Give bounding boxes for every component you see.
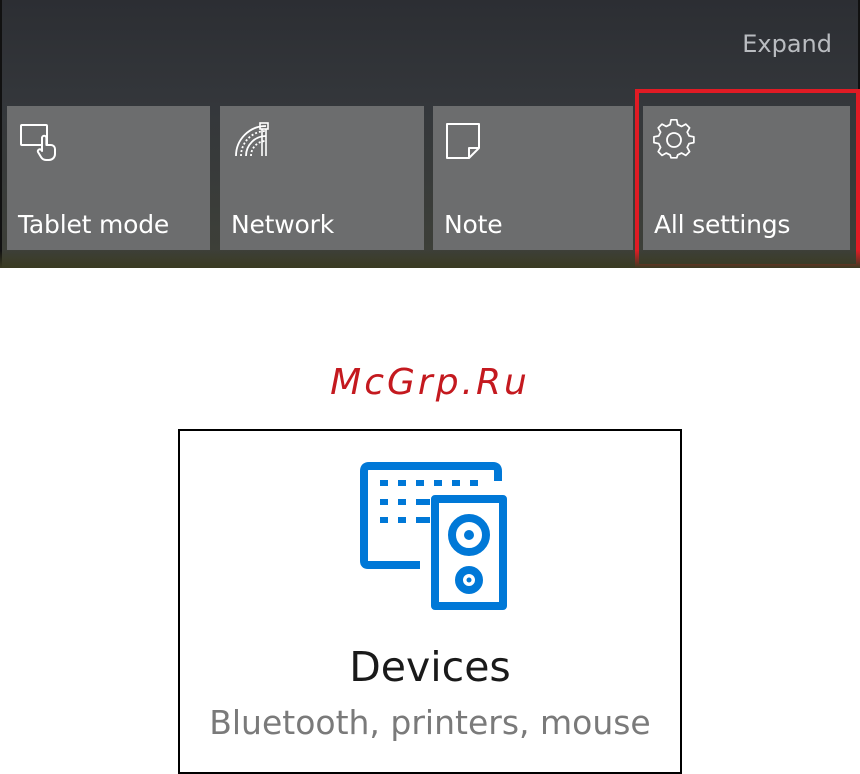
quick-action-note[interactable]: Note (433, 106, 633, 250)
tile-label: Note (444, 210, 503, 239)
tile-label: All settings (654, 210, 791, 239)
gear-icon (653, 118, 695, 159)
tablet-mode-icon (20, 124, 56, 161)
quick-action-all-settings[interactable]: All settings (643, 106, 850, 250)
watermark: McGrp.Ru (330, 362, 530, 403)
devices-settings-tile[interactable]: Devices Bluetooth, printers, mouse (178, 429, 682, 774)
network-icon (235, 122, 269, 157)
devices-icon (360, 462, 507, 610)
devices-subtitle: Bluetooth, printers, mouse (209, 703, 651, 742)
tile-label: Network (231, 210, 334, 239)
expand-link[interactable]: Expand (742, 30, 832, 58)
action-center-panel: Expand Tablet mode Network Note All sett… (0, 0, 860, 268)
tile-label: Tablet mode (18, 210, 170, 239)
note-icon (446, 123, 480, 159)
panel-edge (0, 0, 2, 268)
devices-title: Devices (349, 643, 511, 691)
quick-action-tablet-mode[interactable]: Tablet mode (7, 106, 210, 250)
quick-action-network[interactable]: Network (220, 106, 424, 250)
